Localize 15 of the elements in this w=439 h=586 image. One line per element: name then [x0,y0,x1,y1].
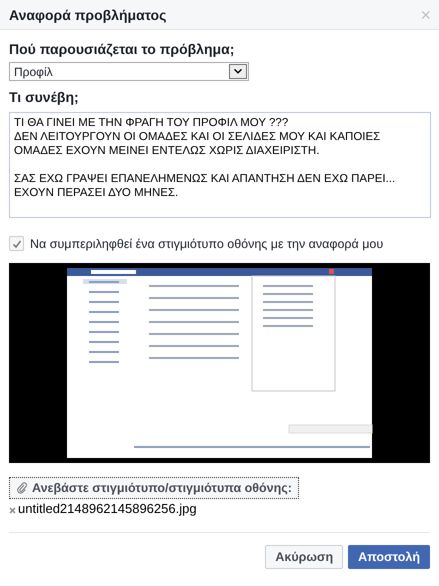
field-label: Πού παρουσιάζεται το πρόβλημα; [9,41,236,57]
dropdown-icon [229,64,247,79]
description-field[interactable]: ΤΙ ΘΑ ΓΙΝΕΙ ΜΕ ΤΗΝ ΦΡΑΓΗ ΤΟΥ ΠΡΟΦΙΛ ΜΟΥ ??? ΔΕΝ ΛΕΙΤΟΥΡΓΟΥΝ ΟΙ ΟΜΑΔΕΣ ΚΑΙ ΟΙ ΣΕΛΙΔΕΣ ΜΟΥ ΚΑΙ ΚΑΠΟΙΕΣ ΟΜΑΔΕΣ ΕΧΟΥΝ ΜΕΙΝΕΙ ΕΝΤΕΛΩΣ ΧΩΡΙΣ ΔΙΑΧΕΙΡΙΣΤΗ. ΣΑΣ ΕΧΩ ΓΡΑΨΕΙ ΕΠΑΝΕΛΗΜΕΝΩΣ ΚΑΙ ΑΠΑΝΤΗΣΗ ΔΕΝ ΕΧΩ ΠΑΡΕΙ... ΕΧΟΥΝ ΠΕΡΑΣΕΙ ΔΥΟ ΜΗΝΕΣ. [9,112,431,218]
remove-icon[interactable] [9,507,16,514]
location-select[interactable]: Προφίλ [9,62,249,81]
submit-button[interactable]: Αποστολή [348,545,430,569]
screenshot-checkbox[interactable] [9,236,24,251]
upload-button[interactable]: Ανεβάστε στιγμιότυπο/στιγμιότυπα οθόνης: [9,477,299,499]
paperclip-icon [16,482,28,494]
file-name: untitled2148962145896256.jpg [18,501,197,516]
field-label: Τι συνέβη; [9,89,80,105]
cancel-button[interactable]: Ακύρωση [265,545,344,569]
dialog-title: Αναφορά προβλήματος [9,6,166,22]
checkbox-label: Να συμπεριληφθεί ένα στιγμιότυπο οθόνης με την αναφορά μου [30,236,384,250]
check-icon [12,238,22,248]
